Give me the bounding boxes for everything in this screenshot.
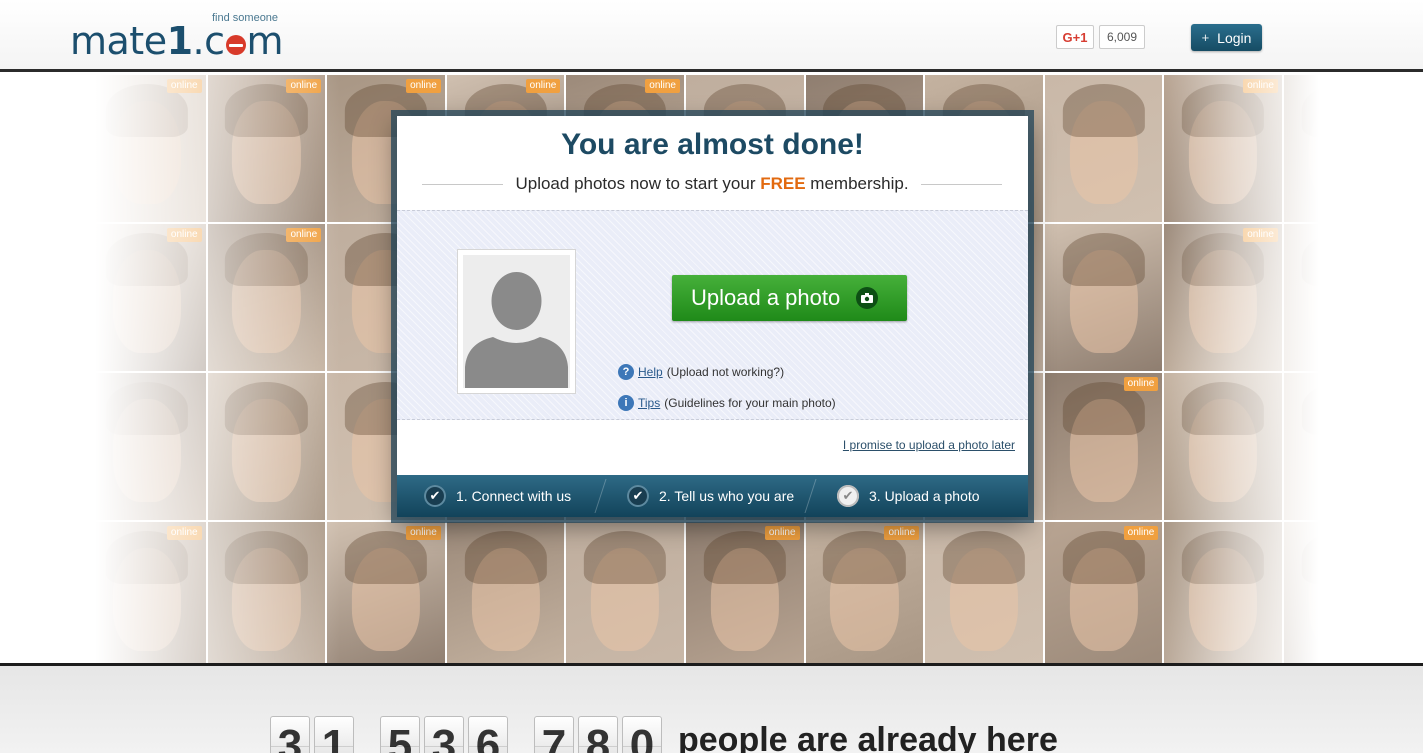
member-photo[interactable] — [1283, 522, 1402, 663]
tips-note: (Guidelines for your main photo) — [664, 396, 836, 410]
member-photo[interactable]: online — [1164, 224, 1282, 371]
checkmark-icon: ✔ — [424, 485, 446, 507]
member-photo[interactable]: online — [327, 522, 445, 663]
member-photo[interactable] — [925, 522, 1043, 663]
online-badge: online — [525, 79, 561, 93]
member-photo[interactable] — [1044, 224, 1163, 371]
subtitle-rule-right — [920, 183, 1003, 185]
member-counter: 3 1 5 3 6 7 8 0 — [270, 716, 662, 753]
member-photo[interactable] — [207, 522, 326, 663]
online-badge: online — [166, 228, 202, 242]
member-photo[interactable]: online — [88, 75, 206, 222]
tips-row: i Tips (Guidelines for your main photo) — [618, 395, 836, 411]
member-photo[interactable]: online — [1044, 373, 1163, 520]
online-badge: online — [1123, 377, 1159, 391]
google-plus-count: 6,009 — [1099, 25, 1146, 49]
step-connect: ✔ 1. Connect with us — [397, 475, 600, 517]
online-badge: online — [286, 79, 322, 93]
info-icon: i — [618, 395, 634, 411]
member-photo[interactable] — [1164, 522, 1282, 663]
counter-caption: people are already here — [678, 721, 1058, 753]
logo-wordmark: mate1.c m — [70, 19, 284, 63]
counter-digit: 0 — [622, 716, 662, 753]
step-upload: ✔ 3. Upload a photo — [810, 475, 1028, 517]
counter-digit: 7 — [534, 716, 574, 753]
free-highlight: FREE — [760, 174, 806, 193]
member-photo[interactable]: online — [88, 522, 206, 663]
logo-tagline: find someone — [212, 12, 279, 24]
heart-icon — [225, 35, 246, 55]
member-photo[interactable]: online — [805, 522, 924, 663]
member-photo[interactable] — [446, 522, 565, 663]
member-photo[interactable] — [1283, 373, 1402, 520]
online-badge: online — [166, 79, 202, 93]
counter-digit: 1 — [314, 716, 354, 753]
upload-zone: Upload a photo ? Help (Upload not workin… — [397, 210, 1028, 420]
member-photo[interactable] — [566, 522, 684, 663]
online-badge: online — [166, 526, 202, 540]
member-photo[interactable]: online — [1164, 75, 1282, 222]
member-photo[interactable]: online — [1044, 522, 1163, 663]
counter-digit: 6 — [468, 716, 508, 753]
member-photo[interactable]: online — [207, 224, 326, 371]
help-row: ? Help (Upload not working?) — [618, 364, 784, 380]
upload-later-link[interactable]: I promise to upload a photo later — [843, 438, 1015, 452]
member-photo[interactable] — [1283, 224, 1402, 371]
member-photo[interactable] — [88, 373, 206, 520]
step-tell-us: ✔ 2. Tell us who you are — [600, 475, 810, 517]
member-photo[interactable] — [1164, 373, 1282, 520]
plus-icon: + — [1201, 30, 1210, 45]
login-button[interactable]: + Login — [1191, 24, 1262, 51]
member-photo[interactable] — [1044, 75, 1163, 222]
question-icon: ? — [618, 364, 634, 380]
step-label: 3. Upload a photo — [869, 488, 980, 504]
online-badge: online — [645, 79, 680, 93]
photo-placeholder — [457, 249, 576, 394]
subtitle-rule-left — [422, 183, 504, 185]
member-photo[interactable] — [1283, 75, 1402, 222]
camera-icon — [856, 287, 879, 309]
dialog-subtitle-row: Upload photos now to start your FREE mem… — [422, 173, 1003, 195]
help-link[interactable]: Help — [638, 365, 663, 379]
checkmark-icon: ✔ — [627, 485, 649, 507]
avatar-silhouette-icon — [463, 255, 570, 388]
help-note: (Upload not working?) — [666, 365, 785, 379]
member-counter-section: 3 1 5 3 6 7 8 0 people are already here — [0, 666, 1423, 753]
member-photo[interactable]: online — [88, 224, 206, 371]
dialog-subtitle: Upload photos now to start your FREE mem… — [515, 174, 909, 193]
step-label: 1. Connect with us — [456, 488, 572, 504]
member-photo[interactable]: online — [685, 522, 804, 663]
counter-digit: 8 — [578, 716, 618, 753]
progress-steps: ✔ 1. Connect with us ✔ 2. Tell us who yo… — [397, 475, 1028, 517]
tips-link[interactable]: Tips — [638, 396, 660, 410]
step-label: 2. Tell us who you are — [659, 488, 795, 504]
site-header: mate1.c m find someone G+1 6,009 + Login — [0, 0, 1423, 72]
google-plus-widget: G+1 6,009 — [1056, 25, 1146, 49]
online-badge: online — [764, 526, 800, 540]
upload-photo-label: Upload a photo — [691, 285, 841, 310]
checkmark-icon: ✔ — [837, 485, 859, 507]
dialog-title: You are almost done! — [561, 128, 864, 161]
online-badge: online — [1243, 228, 1278, 242]
online-badge: online — [1243, 79, 1278, 93]
counter-digit: 3 — [270, 716, 310, 753]
online-badge: online — [1123, 526, 1159, 540]
login-label: Login — [1217, 29, 1252, 46]
online-badge: online — [884, 526, 920, 540]
member-photo[interactable]: online — [207, 75, 326, 222]
online-badge: online — [286, 228, 322, 242]
member-photo[interactable] — [207, 373, 326, 520]
online-badge: online — [406, 526, 441, 540]
counter-digit: 5 — [380, 716, 420, 753]
counter-digit: 3 — [424, 716, 464, 753]
google-plus-button[interactable]: G+1 — [1056, 25, 1094, 49]
upload-photo-dialog: You are almost done! Upload photos now t… — [397, 116, 1028, 517]
mate1-logo[interactable]: mate1.c m find someone — [70, 10, 284, 63]
upload-photo-button[interactable]: Upload a photo — [672, 275, 907, 321]
online-badge: online — [406, 79, 441, 93]
